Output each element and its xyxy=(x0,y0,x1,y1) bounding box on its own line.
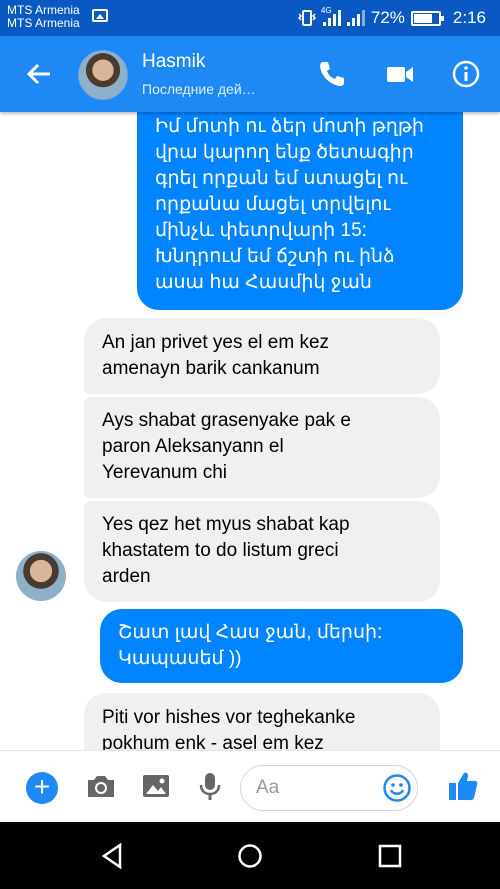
status-bar: MTS Armenia MTS Armenia 4G 72% 2:16 xyxy=(0,0,500,36)
vibrate-icon xyxy=(297,10,316,26)
message-line: Իմ մոտի ու ձեր մոտի թղթի xyxy=(155,116,424,137)
message-line: Խնդրում եմ ճշտի ու ինձ xyxy=(155,246,395,267)
thumbs-up-icon[interactable] xyxy=(446,769,480,803)
phone-icon[interactable] xyxy=(316,58,348,90)
camera-icon[interactable] xyxy=(84,769,118,803)
message-line: որքանա մացել տրվելու xyxy=(155,194,391,215)
battery-icon xyxy=(410,10,444,26)
message-composer: + Aa xyxy=(0,750,500,822)
message-line: Yes qez het myus shabat kap xyxy=(102,514,350,535)
message-bubble-outgoing[interactable]: Իմ մոտի ու ձեր մոտի թղթի վրա կարող ենք ծ… xyxy=(137,112,463,310)
signal-4g-icon: 4G xyxy=(321,6,341,26)
nav-back-icon[interactable] xyxy=(98,842,126,870)
network-type: 4G xyxy=(320,6,332,15)
back-arrow-icon[interactable] xyxy=(24,56,54,92)
message-line: Yerevanum chi xyxy=(102,462,227,483)
message-line: An jan privet yes el em kez xyxy=(102,332,330,353)
status-icons: 4G 72% 2:16 xyxy=(297,0,500,36)
nav-home-icon[interactable] xyxy=(236,842,264,870)
gallery-icon[interactable] xyxy=(139,769,173,803)
message-line: amenayn barik cankanum xyxy=(102,358,320,379)
video-camera-icon[interactable] xyxy=(384,58,416,90)
message-bubble-incoming[interactable]: Yes qez het myus shabat kap khastatem to… xyxy=(84,501,440,602)
message-line: Շատ լավ Հաս ջան, մերսի: xyxy=(118,622,383,643)
message-line: վրա կարող ենք ծետագիր xyxy=(155,142,414,163)
carrier-2: MTS Armenia xyxy=(7,16,80,30)
message-bubble-incoming[interactable]: Piti vor hishes vor teghekanke pokhum en… xyxy=(84,693,440,750)
message-line: paron Aleksanyann el xyxy=(102,436,284,457)
battery-percent: 72% xyxy=(370,8,405,27)
contact-avatar-small[interactable] xyxy=(16,551,66,601)
clock: 2:16 xyxy=(452,8,486,27)
message-line: Կապասեմ )) xyxy=(118,648,242,669)
plus-icon[interactable]: + xyxy=(26,772,58,804)
contact-name[interactable]: Hasmik xyxy=(142,51,205,73)
message-list[interactable]: Իմ մոտի ու ձեր մոտի թղթի վրա կարող ենք ծ… xyxy=(0,112,500,750)
info-icon[interactable] xyxy=(450,58,482,90)
message-line: ասա հա Հասմիկ ջան xyxy=(155,272,372,293)
message-bubble-incoming[interactable]: Ays shabat grasenyake pak e paron Aleksa… xyxy=(84,397,440,498)
microphone-icon[interactable] xyxy=(193,769,227,803)
message-line: Piti vor hishes vor teghekanke xyxy=(102,707,356,728)
contact-avatar[interactable] xyxy=(78,50,128,100)
message-line: մինչև փետրվարի 15: xyxy=(155,220,367,241)
message-bubble-outgoing[interactable]: Շատ լավ Հաս ջան, մերսի: Կապասեմ )) xyxy=(100,609,463,683)
nav-recents-icon[interactable] xyxy=(376,842,404,870)
carrier-labels: MTS Armenia MTS Armenia xyxy=(7,4,80,30)
emoji-icon[interactable] xyxy=(382,773,412,803)
contact-status: Последние дей… xyxy=(142,81,256,97)
message-line: գրել որքան եմ ստացել ու xyxy=(155,168,408,189)
message-line: pokhum enk - asel em kez xyxy=(102,733,324,750)
message-line: khastatem to do listum greci xyxy=(102,540,339,561)
message-line: Ays shabat grasenyake pak e xyxy=(102,410,351,431)
conversation-header: Hasmik Последние дей… xyxy=(0,36,500,112)
image-notification-icon xyxy=(92,9,108,22)
message-bubble-incoming[interactable]: An jan privet yes el em kez amenayn bari… xyxy=(84,318,440,394)
navigation-bar xyxy=(0,822,500,889)
message-line: arden xyxy=(102,566,151,587)
signal-icon xyxy=(346,10,365,26)
